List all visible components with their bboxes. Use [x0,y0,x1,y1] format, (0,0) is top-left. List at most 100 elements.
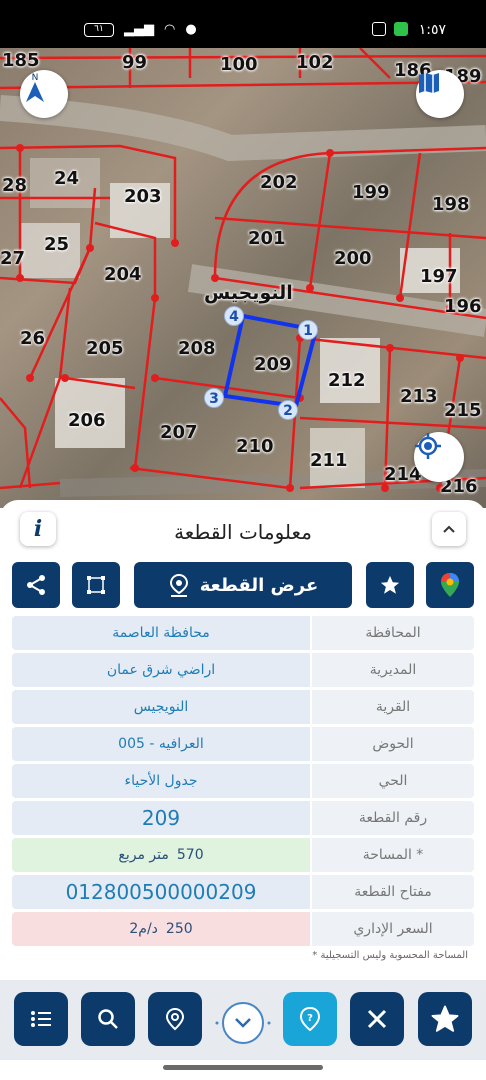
parcel-label: 28 [2,175,28,196]
field-row-village: النويجيس القرية [12,690,474,724]
help-pin-icon: ? [299,1006,321,1032]
field-row-admin-price: د/م2 250 السعر الإداري [12,912,474,946]
notification-icons [372,22,408,36]
gps-target-icon [415,433,441,459]
status-bar: ٦١ ▂▄▆ ◠ ● ١:٥٧ [0,0,486,48]
parcel-label: 210 [236,436,274,457]
field-row-basin: العرافيه - 005 الحوض [12,727,474,761]
parcel-label: 102 [296,52,334,73]
battery-icon: ٦١ [84,22,114,37]
parcel-label: 202 [260,172,298,193]
favorite-button[interactable] [366,562,414,608]
wifi-icon: ◠ [164,22,176,37]
share-button[interactable] [12,562,60,608]
map-layers-button[interactable] [416,70,464,118]
show-parcel-button[interactable]: عرض القطعة [134,562,352,608]
tools-icon [367,1009,387,1029]
map-view[interactable]: 185 99 100 102 186 189 28 24 203 202 199… [0,48,486,508]
help-button[interactable]: ? [283,992,337,1046]
directorate-label: المديرية [312,653,474,687]
parcel-label: 211 [310,450,348,471]
basin-value: العرافيه - 005 [12,727,310,761]
status-time: ١:٥٧ [418,22,446,38]
measure-button[interactable] [350,992,404,1046]
parcel-label: 206 [68,410,106,431]
north-arrow-icon: N [26,73,44,102]
parcel-label: 100 [220,54,258,75]
parcel-label: 25 [44,234,70,255]
google-maps-icon [441,573,459,597]
panel-header: i معلومات القطعة [0,512,486,550]
collapse-button[interactable] [432,512,466,546]
neighborhood-value: جدول الأحياء [12,764,310,798]
field-row-parcel-key: 012800500000209 مفتاح القطعة [12,875,474,909]
admin-price-value-cell: د/م2 250 [12,912,310,946]
expand-button[interactable] [222,1002,264,1044]
basin-label: الحوض [312,727,474,761]
google-maps-button[interactable] [426,562,474,608]
area-label: المساحة * [312,838,474,872]
home-indicator[interactable] [163,1065,323,1070]
field-row-directorate: اراضي شرق عمان المديرية [12,653,474,687]
parcel-label: 185 [2,50,40,71]
parcel-label: 215 [444,400,482,421]
parcel-fields: محافظة العاصمة المحافظة اراضي شرق عمان ا… [12,616,474,949]
neighborhood-label: الحي [312,764,474,798]
parcel-key-value[interactable]: 012800500000209 [12,875,310,909]
parcel-label: 26 [20,328,46,349]
parcel-number-value: 209 [12,801,310,835]
map-pin-icon [165,1007,185,1031]
parcel-label: 212 [328,370,366,391]
compass-button[interactable]: N [20,70,68,118]
parcel-label: 201 [248,228,286,249]
svg-text:?: ? [307,1013,313,1024]
vertex-marker[interactable]: 1 [298,320,318,340]
parcel-label: 24 [54,168,80,189]
parcel-label: 213 [400,386,438,407]
signal-icon: ▂▄▆ [124,22,154,37]
chevron-down-icon [235,1018,251,1028]
parcel-label: 203 [124,186,162,207]
favorites-button[interactable] [418,992,472,1046]
field-row-governorate: محافظة العاصمة المحافظة [12,616,474,650]
admin-price-value: 250 [165,921,193,937]
parcel-label: 209 [254,354,292,375]
my-location-button[interactable] [414,432,464,482]
share-icon [27,575,45,595]
parcel-key-label: مفتاح القطعة [312,875,474,909]
governorate-label: المحافظة [312,616,474,650]
parcel-number-label: رقم القطعة [312,801,474,835]
parcel-label: 200 [334,248,372,269]
location-search-button[interactable] [148,992,202,1046]
parcel-label: 207 [160,422,198,443]
vertex-marker[interactable]: 3 [204,388,224,408]
map-icon [419,73,439,93]
location-pin-icon [169,573,188,597]
vertex-marker[interactable]: 2 [278,400,298,420]
village-map-label: النويجيس [204,282,293,304]
parcel-label: 27 [0,248,26,269]
area-footnote: * المساحة المحسوبة وليس التسجيلية [312,950,468,961]
area-unit: متر مربع [118,847,169,863]
field-row-neighborhood: جدول الأحياء الحي [12,764,474,798]
message-icon [372,22,386,36]
star-icon [380,575,400,594]
governorate-value: محافظة العاصمة [12,616,310,650]
parcel-label: 99 [122,52,148,73]
parcel-label: 198 [432,194,470,215]
chevron-up-icon [443,525,455,533]
parcel-label: 208 [178,338,216,359]
status-icons: ٦١ ▂▄▆ ◠ ● [84,22,197,37]
field-row-parcel-number: 209 رقم القطعة [12,801,474,835]
village-value: النويجيس [12,690,310,724]
polygon-button[interactable] [72,562,120,608]
search-button[interactable] [81,992,135,1046]
parcel-label: 199 [352,182,390,203]
vertex-marker[interactable]: 4 [224,306,244,326]
village-label: القرية [312,690,474,724]
list-icon [31,1011,51,1027]
list-button[interactable] [14,992,68,1046]
bottom-navigation: ? [0,980,486,1060]
polygon-icon [87,576,105,594]
north-label: N [32,73,39,83]
